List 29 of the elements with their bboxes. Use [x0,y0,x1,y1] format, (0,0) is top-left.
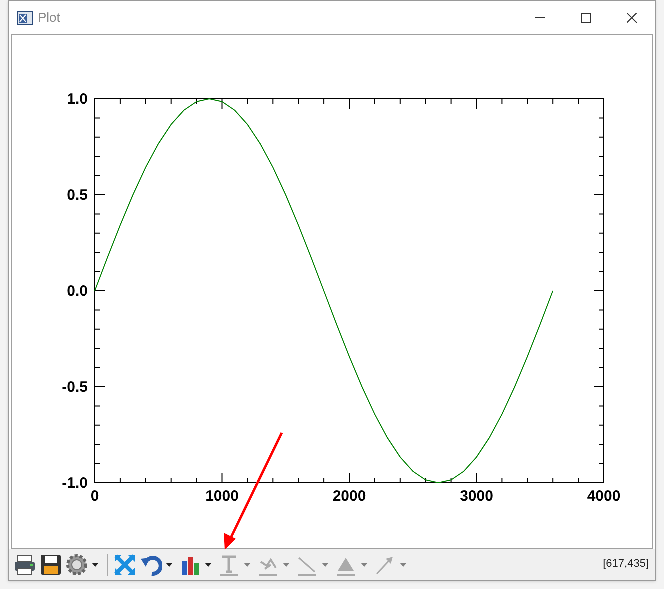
printer-icon [14,554,36,576]
dropdown-caret-icon [400,562,407,566]
dropdown-caret-icon [244,562,251,566]
x-tick-label: 2000 [332,488,366,505]
undo-icon [140,554,162,576]
dropdown-caret-icon [322,562,329,566]
dropdown-caret-icon [283,562,290,566]
cursor-coordinates: [617,435] [603,557,649,572]
y-tick-label: 0.5 [67,187,88,204]
x-tick-label: 4000 [587,488,621,505]
window-title: Plot [38,8,60,27]
y-tick-label: -0.5 [62,379,88,396]
x-tick-label: 1000 [206,488,239,505]
dropdown-caret-icon [166,562,173,566]
dropdown-caret-icon [92,562,99,566]
x-tick-label: 0 [90,488,100,505]
gear-icon [66,554,88,576]
text-icon [218,554,240,576]
app-icon [17,10,33,24]
expand-arrows-icon [114,554,136,576]
x-tick-label: 3000 [460,488,494,505]
y-tick-label: 0.0 [67,283,88,300]
dropdown-caret-icon [205,562,212,566]
y-tick-label: 1.0 [67,91,88,108]
dropdown-caret-icon [361,562,368,566]
maximize-icon [581,12,591,22]
y-tick-label: -1.0 [62,475,88,492]
close-icon [627,12,637,22]
minimize-icon [535,17,545,18]
